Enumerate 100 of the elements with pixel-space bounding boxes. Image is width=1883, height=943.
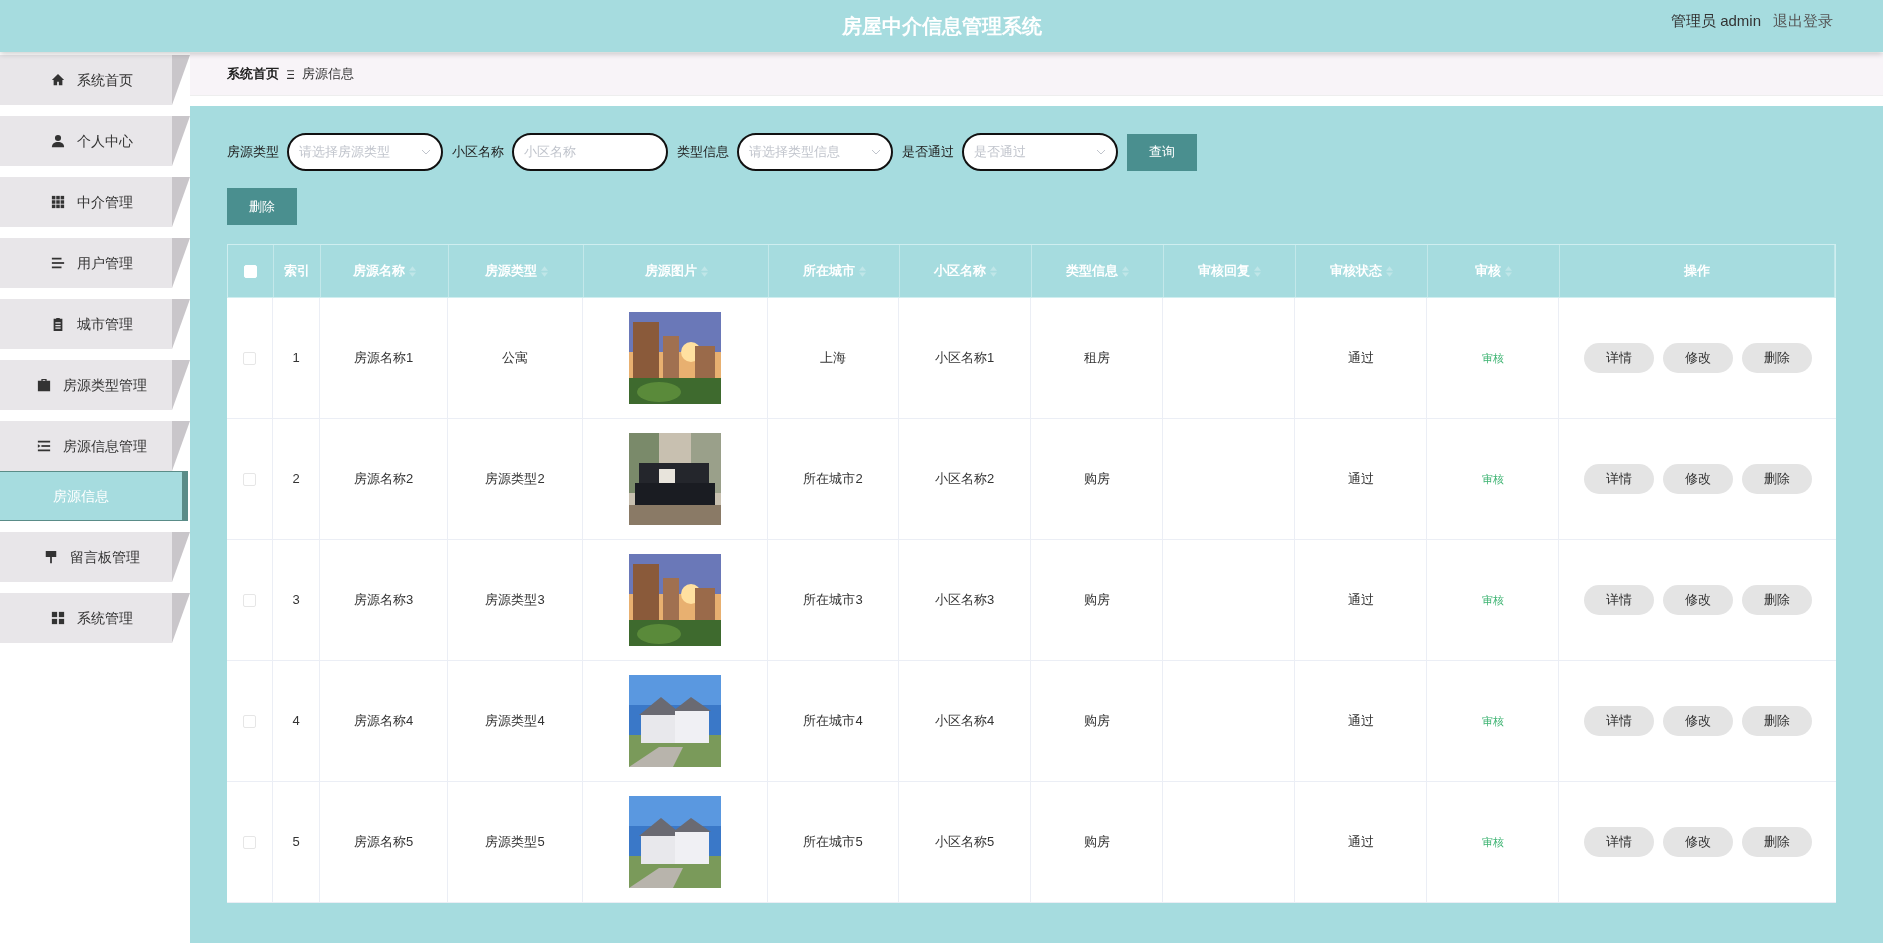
checkbox[interactable] bbox=[243, 835, 256, 849]
table-cell-text: 小区名称4 bbox=[934, 712, 995, 731]
field-label: 类型信息 bbox=[677, 143, 729, 162]
table-cell-text: 通过 bbox=[1347, 470, 1374, 489]
action-button[interactable]: 修改 bbox=[1662, 343, 1733, 373]
column-header: 所在城市 bbox=[802, 262, 855, 281]
field-label: 小区名称 bbox=[452, 143, 504, 162]
logout-link[interactable]: 退出登录 bbox=[1773, 10, 1833, 33]
delete-button[interactable]: 删除 bbox=[227, 188, 297, 225]
action-button[interactable]: 删除 bbox=[1741, 343, 1812, 373]
sort-icon[interactable] bbox=[409, 265, 416, 277]
checkbox[interactable] bbox=[243, 351, 256, 365]
table-cell-text: 1 bbox=[292, 349, 300, 368]
column-header: 房源名称 bbox=[353, 262, 405, 281]
sort-icon[interactable] bbox=[1254, 265, 1261, 277]
table-cell-text: 3 bbox=[292, 591, 300, 610]
sign-icon bbox=[44, 550, 58, 564]
table-cell-text: 小区名称3 bbox=[934, 591, 995, 610]
table-cell-text: 通过 bbox=[1347, 591, 1374, 610]
column-header: 索引 bbox=[284, 262, 310, 281]
table-cell-text: 通过 bbox=[1347, 349, 1374, 368]
action-button[interactable]: 详情 bbox=[1583, 706, 1654, 736]
sort-icon[interactable] bbox=[1505, 265, 1512, 277]
table-cell-text: 房源名称1 bbox=[353, 349, 414, 368]
app-title: 房屋中介信息管理系统 bbox=[841, 14, 1042, 39]
checkbox[interactable] bbox=[243, 714, 256, 728]
query-button[interactable]: 查询 bbox=[1127, 133, 1197, 171]
breadcrumb-current: 房源信息 bbox=[302, 65, 354, 84]
column-header: 房源图片 bbox=[644, 262, 697, 281]
sidebar-item[interactable]: 个人中心 bbox=[0, 116, 190, 166]
sort-icon[interactable] bbox=[1122, 265, 1129, 277]
table-cell-text: 小区名称2 bbox=[934, 470, 995, 489]
briefcase-icon bbox=[37, 378, 51, 392]
action-button[interactable]: 详情 bbox=[1583, 585, 1654, 615]
column-header: 审核状态 bbox=[1330, 262, 1382, 281]
action-button[interactable]: 详情 bbox=[1583, 464, 1654, 494]
column-header: 类型信息 bbox=[1066, 262, 1118, 281]
grid-icon bbox=[51, 195, 65, 209]
table-cell-text: 4 bbox=[292, 712, 300, 731]
sidebar-item[interactable]: 中介管理 bbox=[0, 177, 190, 227]
table-cell-text: 所在城市4 bbox=[803, 712, 863, 731]
table-cell-text: 购房 bbox=[1083, 470, 1110, 489]
action-button[interactable]: 删除 bbox=[1741, 706, 1812, 736]
apps-icon bbox=[51, 611, 65, 625]
action-button[interactable]: 详情 bbox=[1583, 343, 1654, 373]
breadcrumb-home[interactable]: 系统首页 bbox=[227, 64, 279, 84]
table-cell-text: 房源类型3 bbox=[485, 591, 545, 610]
sidebar-item[interactable]: 房源类型管理 bbox=[0, 360, 190, 410]
chevron-down-icon bbox=[421, 149, 431, 155]
user-label: 管理员 admin bbox=[1670, 11, 1761, 31]
user-icon bbox=[51, 134, 65, 148]
separator-icon bbox=[287, 69, 294, 79]
table-cell-text: 5 bbox=[292, 833, 300, 852]
field-label: 是否通过 bbox=[902, 143, 954, 162]
checkbox[interactable] bbox=[243, 593, 256, 607]
table-cell-text: 房源名称4 bbox=[353, 712, 414, 731]
action-button[interactable]: 删除 bbox=[1741, 585, 1812, 615]
chevron-down-icon bbox=[871, 149, 881, 155]
table-cell-text: 所在城市5 bbox=[803, 833, 863, 852]
column-header: 审核 bbox=[1475, 262, 1501, 281]
sort-icon[interactable] bbox=[990, 265, 997, 277]
action-button[interactable]: 删除 bbox=[1741, 827, 1812, 857]
action-button[interactable]: 详情 bbox=[1583, 827, 1654, 857]
column-header: 房源类型 bbox=[484, 262, 537, 281]
indent-icon bbox=[37, 439, 51, 453]
action-button[interactable]: 修改 bbox=[1662, 706, 1733, 736]
table-cell-text: 通过 bbox=[1347, 833, 1374, 852]
table-cell-text: 购房 bbox=[1083, 712, 1110, 731]
table-cell-text: 房源类型5 bbox=[485, 833, 545, 852]
sidebar-item[interactable]: 城市管理 bbox=[0, 299, 190, 349]
table-cell-text: 购房 bbox=[1083, 833, 1110, 852]
chevron-down-icon bbox=[1096, 149, 1106, 155]
table-cell-text: 所在城市3 bbox=[803, 591, 863, 610]
sort-icon[interactable] bbox=[858, 265, 866, 277]
sort-icon[interactable] bbox=[1386, 265, 1393, 277]
field-label: 房源类型 bbox=[227, 143, 279, 162]
sidebar-item[interactable]: 用户管理 bbox=[0, 238, 190, 288]
sort-icon[interactable] bbox=[540, 265, 548, 277]
clipboard-icon bbox=[51, 317, 65, 331]
table-cell-text: 房源名称2 bbox=[353, 470, 414, 489]
sidebar-item[interactable]: 系统首页 bbox=[0, 55, 190, 105]
sidebar-item[interactable]: 系统管理 bbox=[0, 593, 190, 643]
action-button[interactable]: 修改 bbox=[1662, 585, 1733, 615]
table-cell-text: 房源名称3 bbox=[353, 591, 414, 610]
action-button[interactable]: 修改 bbox=[1662, 464, 1733, 494]
checkbox[interactable] bbox=[243, 472, 256, 486]
table-cell-text: 租房 bbox=[1083, 349, 1110, 368]
column-header: 操作 bbox=[1684, 262, 1710, 281]
sort-icon[interactable] bbox=[700, 265, 708, 277]
column-header: 小区名称 bbox=[934, 262, 986, 281]
action-button[interactable]: 删除 bbox=[1741, 464, 1812, 494]
table-cell-text: 所在城市2 bbox=[803, 470, 863, 489]
table-cell-text: 房源类型2 bbox=[485, 470, 545, 489]
column-header: 审核回复 bbox=[1198, 262, 1250, 281]
sidebar-item[interactable]: 房源信息管理 bbox=[0, 421, 190, 471]
table-cell-text: 公寓 bbox=[502, 349, 528, 368]
table-cell-text: 小区名称1 bbox=[934, 349, 995, 368]
action-button[interactable]: 修改 bbox=[1662, 827, 1733, 857]
sidebar-item[interactable]: 留言板管理 bbox=[0, 532, 190, 582]
table-cell-text: 购房 bbox=[1083, 591, 1110, 610]
